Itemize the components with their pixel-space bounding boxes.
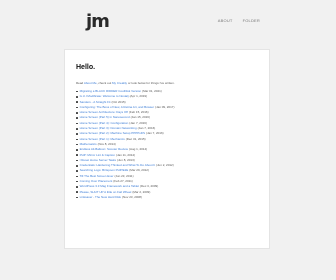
bullet-icon <box>76 175 78 178</box>
post-list-item: Linksaver - The New Hard Disk (Nov 23, 20… <box>76 195 174 200</box>
nav-about-link[interactable]: ABOUT <box>218 18 233 23</box>
bullet-icon <box>76 196 78 199</box>
bullet-icon <box>76 186 78 188</box>
bullet-icon <box>76 133 78 135</box>
bullet-icon <box>76 170 78 172</box>
bullet-icon <box>76 149 78 151</box>
bullet-icon <box>76 112 78 114</box>
content-card: Hello. Read About Me, check out My Creal… <box>64 49 270 249</box>
nav-folder-link[interactable]: FOLDER <box>243 18 260 23</box>
intro-text: Read About Me, check out My Creality or … <box>76 81 175 85</box>
post-date: (Dec 31, 2015) <box>125 136 146 141</box>
bullet-icon <box>76 90 78 93</box>
post-date: (Jan 09, 2017) <box>155 104 175 109</box>
bullet-icon <box>76 159 78 162</box>
bullet-icon <box>76 101 78 104</box>
post-title-link[interactable]: Linksaver - The New Hard Disk <box>80 195 121 200</box>
intro-suffix: or look below for things I've written. <box>127 81 175 85</box>
post-date: (Apr 1, 2019) <box>129 94 148 99</box>
bullet-icon <box>76 106 78 109</box>
intro-prefix: Read <box>76 81 84 85</box>
post-list: Migrating a BLACK RIDDER CoolDisk Versio… <box>76 89 174 200</box>
bullet-icon <box>76 180 78 183</box>
bullet-icon <box>76 165 78 167</box>
music-link[interactable]: My Creality <box>112 81 127 85</box>
bullet-icon <box>76 138 78 141</box>
post-date: (Nov 23, 2008) <box>122 194 142 199</box>
site-logo[interactable]: jm <box>86 13 110 31</box>
post-date: (Jun 2, 2012) <box>156 163 174 168</box>
bullet-icon <box>76 96 78 98</box>
bullet-icon <box>76 191 78 194</box>
bullet-icon <box>76 154 78 156</box>
top-nav: ABOUT FOLDER <box>218 18 260 23</box>
bullet-icon <box>76 117 78 119</box>
page-heading: Hello. <box>76 64 96 71</box>
bullet-icon <box>76 122 78 125</box>
bullet-icon <box>76 127 78 130</box>
bullet-icon <box>76 143 78 146</box>
about-me-link[interactable]: About Me <box>84 81 97 85</box>
intro-middle: check out <box>98 81 112 85</box>
post-date: (Jan 7, 2016) <box>145 131 164 136</box>
